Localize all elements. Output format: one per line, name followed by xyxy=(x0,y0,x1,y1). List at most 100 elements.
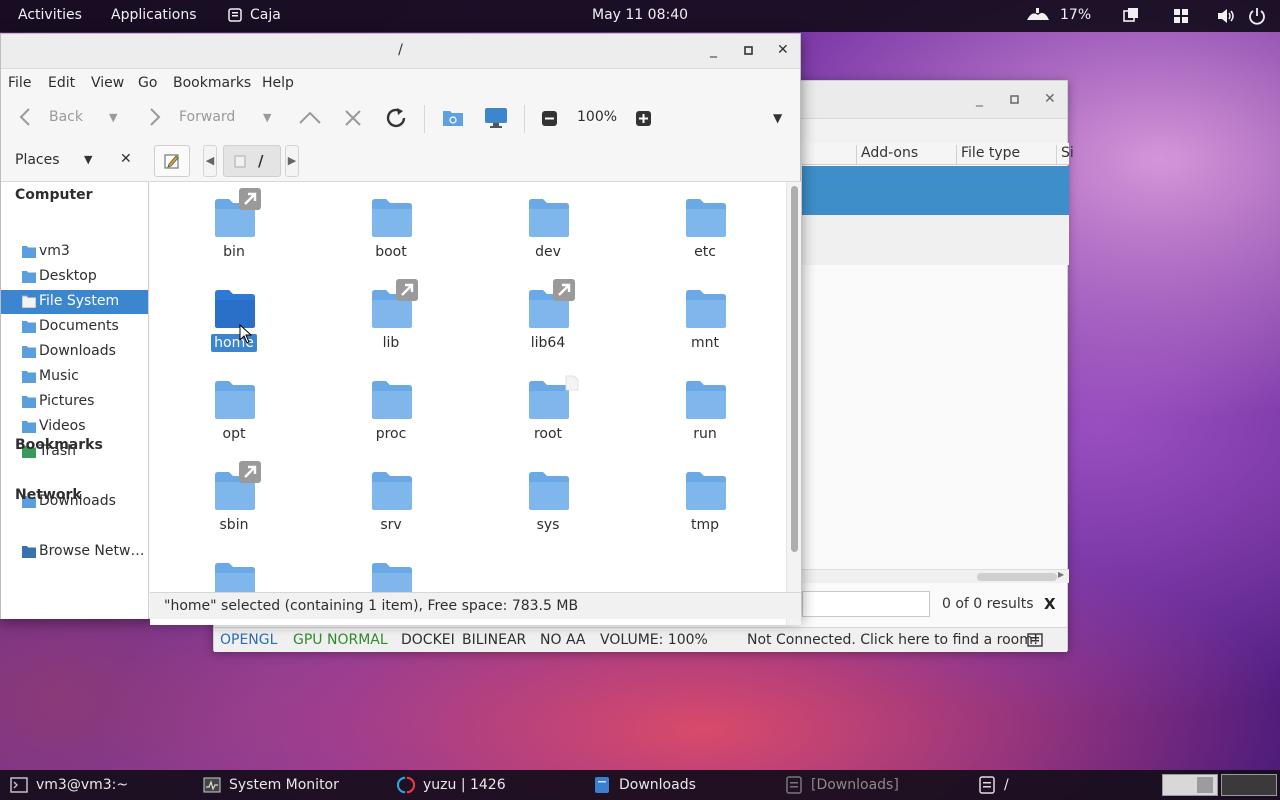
places-label[interactable]: Places xyxy=(15,152,60,168)
col-addons[interactable]: Add-ons xyxy=(856,145,918,165)
activities-button[interactable]: Activities xyxy=(18,7,82,23)
crumb-scroll-right[interactable]: ▶ xyxy=(285,145,299,177)
clipboard-icon[interactable] xyxy=(1122,7,1140,25)
bg-minimize-icon[interactable]: _ xyxy=(976,91,983,107)
col-size[interactable]: Si xyxy=(1056,145,1074,165)
sidebar-item-downloads[interactable]: Downloads xyxy=(1,340,148,364)
task-terminal[interactable]: vm3@vm3:~ xyxy=(10,770,128,800)
sidebar-item-file-system[interactable]: File System xyxy=(1,290,148,314)
sidebar-item-videos[interactable]: Videos xyxy=(1,415,148,439)
applications-menu[interactable]: Applications xyxy=(111,7,197,23)
bg-close-icon[interactable]: ✕ xyxy=(1044,91,1056,107)
zoom-in-icon[interactable] xyxy=(636,111,651,126)
clear-search-button[interactable]: X xyxy=(1044,595,1056,613)
clock[interactable]: May 11 08:40 xyxy=(592,7,688,23)
folder-item[interactable]: proc xyxy=(331,374,451,458)
zoom-level[interactable]: 100% xyxy=(577,109,617,125)
icon-view[interactable]: bin boot dev etc home lib lib64 mnt opt proc root r… xyxy=(150,181,801,625)
search-input[interactable] xyxy=(802,591,930,617)
folder-item[interactable]: lib64 xyxy=(488,279,608,367)
home-folder-icon[interactable] xyxy=(442,108,464,128)
api-status[interactable]: OPENGL xyxy=(220,632,277,648)
filter-status[interactable]: BILINEAR xyxy=(462,632,526,648)
folder-item[interactable]: etc xyxy=(645,192,765,276)
sidebar-item-documents[interactable]: Documents xyxy=(1,315,148,339)
workspace-1[interactable] xyxy=(1162,774,1218,796)
maximize-icon[interactable] xyxy=(744,46,753,55)
forward-button[interactable]: Forward xyxy=(149,107,235,127)
sidebar-item-desktop[interactable]: Desktop xyxy=(1,265,148,289)
task-downloads-minimized[interactable]: [Downloads] xyxy=(785,770,899,800)
sidebar-item-music[interactable]: Music xyxy=(1,365,148,389)
close-icon[interactable]: ✕ xyxy=(777,42,789,58)
folder-item[interactable]: run xyxy=(645,374,765,458)
horizontal-scrollbar[interactable]: ▶ xyxy=(802,569,1069,583)
menu-go[interactable]: Go xyxy=(138,75,157,91)
places-dropdown-icon[interactable]: ▼ xyxy=(84,153,92,166)
window-titlebar[interactable]: / _ ✕ xyxy=(1,34,800,69)
dock-status[interactable]: DOCKEI xyxy=(401,632,455,648)
folder-icon xyxy=(371,198,413,238)
tray-area[interactable]: 17% xyxy=(1024,6,1091,24)
gpu-status[interactable]: GPU NORMAL xyxy=(293,632,388,648)
up-arrow-icon[interactable] xyxy=(298,111,322,125)
back-label: Back xyxy=(49,109,83,125)
bg-maximize-icon[interactable] xyxy=(1010,95,1019,104)
folder-item[interactable]: mnt xyxy=(645,283,765,367)
breadcrumb-root[interactable]: / xyxy=(223,145,281,177)
network-item-browse-netw[interactable]: Browse Netw… xyxy=(1,540,148,564)
sidebar-item-label: Downloads xyxy=(39,343,116,359)
game-list-row[interactable] xyxy=(802,215,1069,265)
scroll-thumb[interactable] xyxy=(791,186,798,552)
zoom-out-icon[interactable] xyxy=(542,111,557,126)
workspace-grid-icon[interactable] xyxy=(1173,8,1189,24)
toolbar-overflow-icon[interactable]: ▼ xyxy=(773,111,782,125)
folder-item[interactable]: opt xyxy=(174,374,294,458)
folder-item[interactable]: sbin xyxy=(174,461,294,549)
forward-history-dropdown[interactable]: ▼ xyxy=(263,111,271,124)
task-yuzu[interactable]: yuzu | 1426 xyxy=(397,770,506,800)
folder-item[interactable]: dev xyxy=(488,192,608,276)
task-file-manager[interactable]: / xyxy=(978,770,1009,800)
toggle-location-entry-button[interactable] xyxy=(154,145,190,177)
stop-icon[interactable] xyxy=(343,108,363,128)
game-list-selected-row[interactable] xyxy=(802,166,1069,215)
task-downloads[interactable]: Downloads xyxy=(593,770,696,800)
aa-status[interactable]: NO AA xyxy=(540,632,586,648)
network-status[interactable]: Not Connected. Click here to find a room… xyxy=(747,632,1038,648)
minimize-icon[interactable]: _ xyxy=(710,42,717,58)
sidebar-item-pictures[interactable]: Pictures xyxy=(1,390,148,414)
menu-help[interactable]: Help xyxy=(262,75,294,91)
close-sidebar-icon[interactable]: ✕ xyxy=(120,151,132,167)
scroll-thumb[interactable] xyxy=(977,573,1057,581)
folder-item[interactable]: sys xyxy=(488,465,608,549)
back-history-dropdown[interactable]: ▼ xyxy=(109,111,117,124)
folder-item[interactable]: srv xyxy=(331,465,451,549)
chat-icon[interactable] xyxy=(1027,633,1043,647)
vertical-scrollbar[interactable] xyxy=(786,182,801,625)
menu-file[interactable]: File xyxy=(8,75,31,91)
back-button[interactable]: Back xyxy=(19,107,83,127)
sidebar-item-vm3[interactable]: vm3 xyxy=(1,240,148,264)
folder-item[interactable]: lib xyxy=(331,279,451,367)
computer-icon[interactable] xyxy=(484,107,508,129)
folder-item[interactable]: tmp xyxy=(645,465,765,549)
folder-item[interactable]: home xyxy=(174,283,294,367)
menu-bookmarks[interactable]: Bookmarks xyxy=(173,75,251,91)
folder-item[interactable]: boot xyxy=(331,192,451,276)
col-filetype[interactable]: File type xyxy=(956,145,1020,165)
file-manager-window[interactable]: / _ ✕ File Edit View Go Bookmarks Help B… xyxy=(0,33,801,625)
folder-item[interactable]: root xyxy=(488,374,608,458)
crumb-scroll-left[interactable]: ◀ xyxy=(203,145,217,177)
reload-icon[interactable] xyxy=(384,106,408,130)
menu-view[interactable]: View xyxy=(91,75,124,91)
menu-edit[interactable]: Edit xyxy=(48,75,75,91)
volume-status[interactable]: VOLUME: 100% xyxy=(600,632,708,648)
folder-item[interactable]: bin xyxy=(174,188,294,276)
scroll-right-icon[interactable]: ▶ xyxy=(1058,570,1064,579)
workspace-2[interactable] xyxy=(1221,774,1277,796)
volume-icon[interactable] xyxy=(1216,7,1236,25)
task-system-monitor[interactable]: System Monitor xyxy=(203,770,339,800)
app-indicator[interactable]: Caja xyxy=(228,7,281,23)
power-icon[interactable] xyxy=(1248,7,1266,25)
